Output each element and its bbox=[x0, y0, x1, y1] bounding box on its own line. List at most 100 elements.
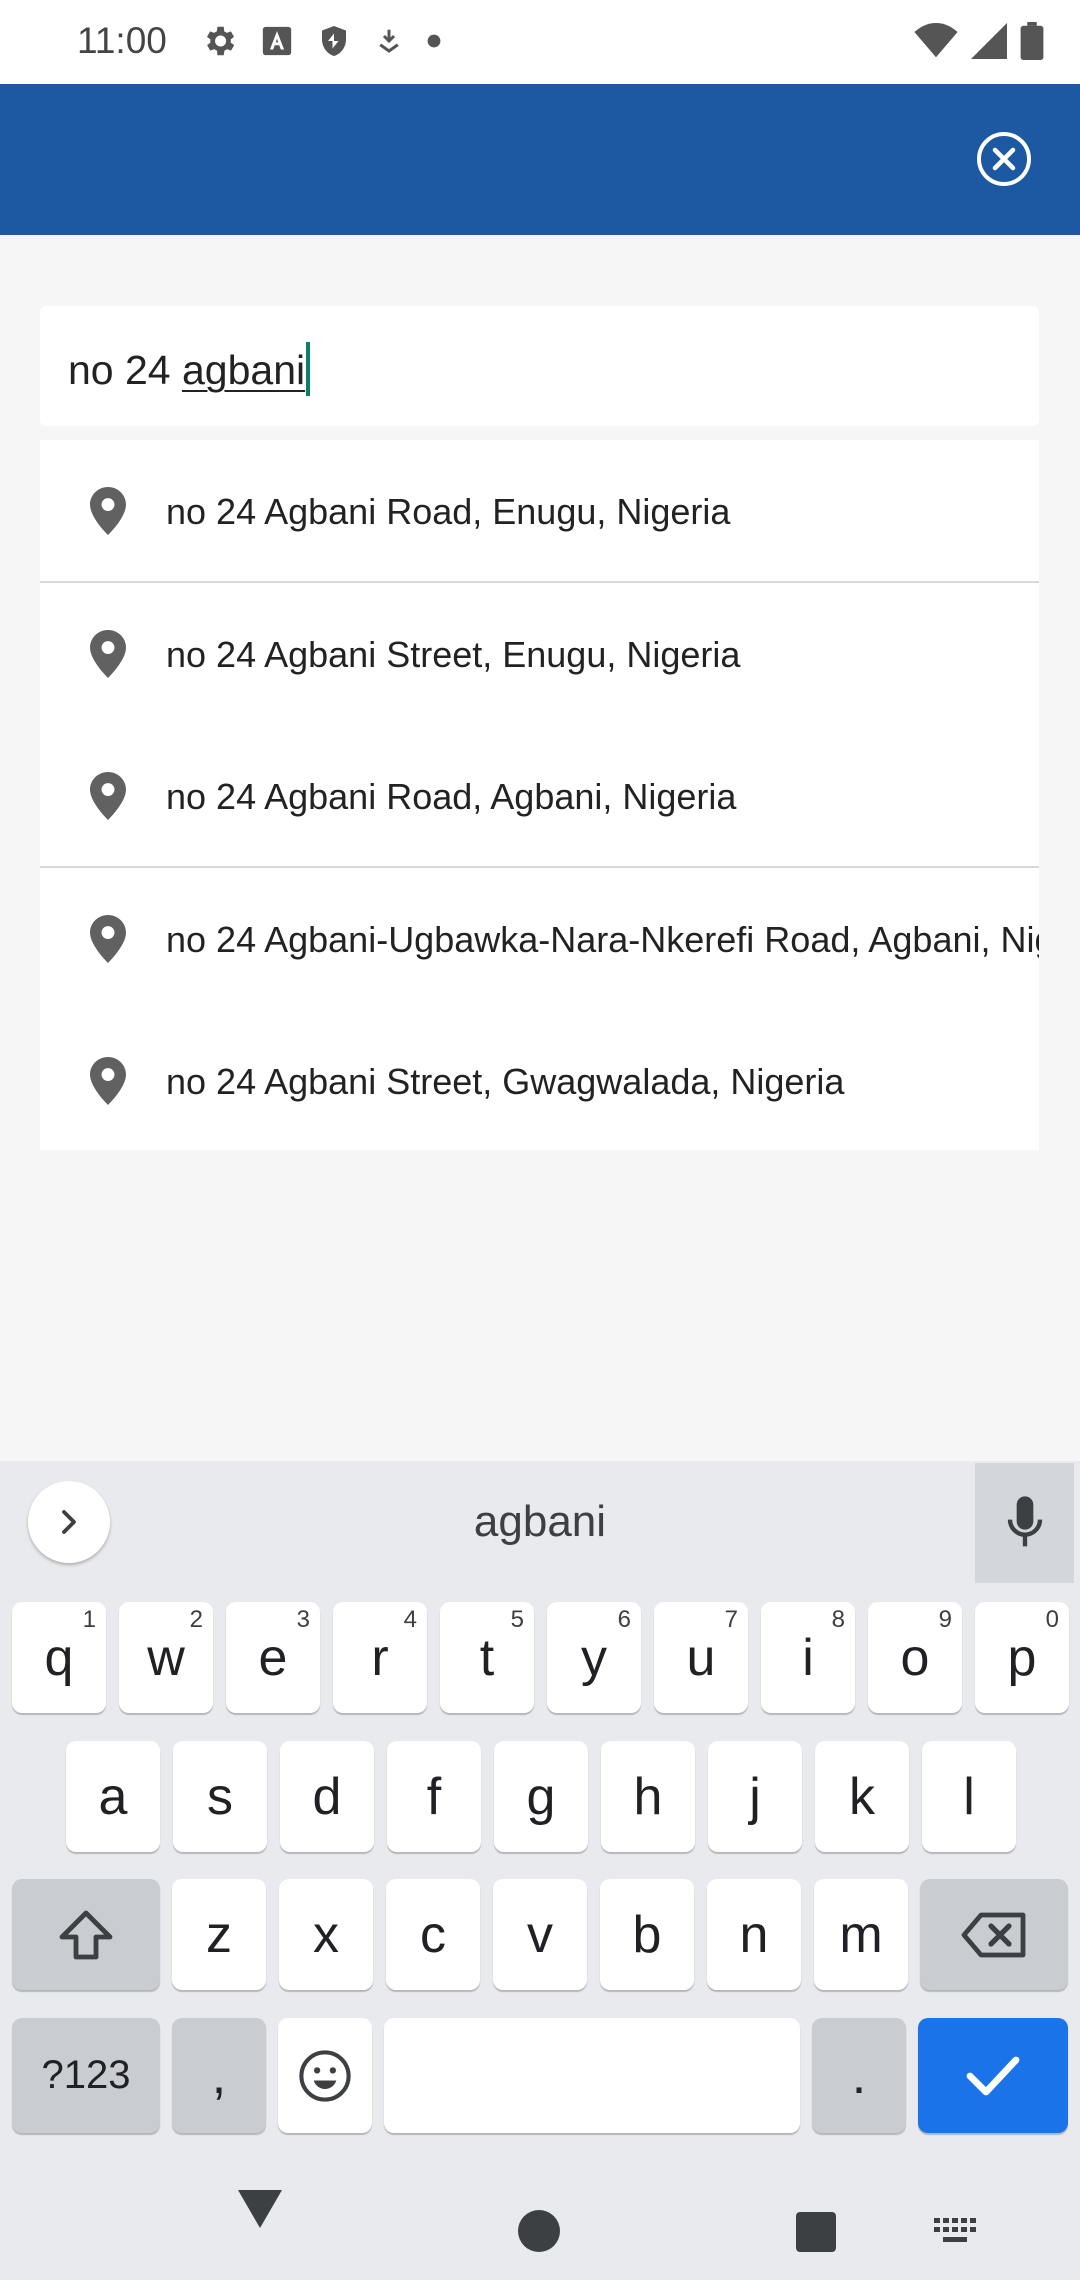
key-w[interactable]: w2 bbox=[119, 1602, 213, 1713]
space-key[interactable] bbox=[384, 2018, 800, 2133]
suggestion-item[interactable]: no 24 Agbani Street, Enugu, Nigeria bbox=[40, 583, 1039, 725]
enter-key[interactable] bbox=[918, 2018, 1068, 2133]
key-q[interactable]: q1 bbox=[12, 1602, 106, 1713]
shift-arrow-icon bbox=[59, 1910, 113, 1959]
key-j[interactable]: j bbox=[708, 1741, 802, 1852]
keyboard-switch-icon[interactable] bbox=[934, 2218, 978, 2251]
location-pin-icon bbox=[88, 915, 128, 968]
suggestion-item[interactable]: no 24 Agbani Street, Gwagwalada, Nigeria bbox=[40, 1010, 1039, 1152]
key-char: p bbox=[1007, 1628, 1037, 1687]
close-circle-icon bbox=[977, 132, 1031, 186]
period-key[interactable]: . bbox=[812, 2018, 906, 2133]
shield-icon bbox=[316, 22, 352, 60]
location-pin-icon bbox=[88, 630, 128, 683]
key-char: u bbox=[686, 1628, 716, 1687]
status-time: 11:00 bbox=[77, 20, 167, 61]
key-char: o bbox=[900, 1628, 930, 1687]
suggestion-item[interactable]: no 24 Agbani Road, Enugu, Nigeria bbox=[40, 440, 1039, 582]
suggestion-label: no 24 Agbani-Ugbawka-Nara-Nkerefi Road, … bbox=[166, 919, 1039, 960]
key-hint: 7 bbox=[724, 1606, 738, 1633]
status-bar: 11:00 bbox=[0, 0, 1080, 84]
key-f[interactable]: f bbox=[387, 1741, 481, 1852]
key-hint: 2 bbox=[189, 1606, 203, 1633]
home-icon[interactable] bbox=[518, 2210, 560, 2257]
key-hint: 4 bbox=[403, 1606, 417, 1633]
suggestion-label: no 24 Agbani Road, Agbani, Nigeria bbox=[166, 776, 737, 817]
comma-key[interactable]: , bbox=[172, 2018, 266, 2133]
microphone-icon bbox=[1007, 1496, 1042, 1547]
key-char: i bbox=[802, 1628, 814, 1687]
chevron-right-icon bbox=[62, 1510, 76, 1534]
key-char: r bbox=[371, 1628, 389, 1687]
keyboard-suggestion-word[interactable]: agbani bbox=[380, 1497, 700, 1547]
key-e[interactable]: e3 bbox=[226, 1602, 320, 1713]
key-g[interactable]: g bbox=[494, 1741, 588, 1852]
key-hint: 0 bbox=[1045, 1606, 1059, 1633]
voice-input-button[interactable] bbox=[975, 1463, 1074, 1583]
dot-icon bbox=[426, 33, 442, 49]
text-caret bbox=[306, 342, 311, 396]
key-x[interactable]: x bbox=[279, 1879, 373, 1990]
backspace-key[interactable] bbox=[920, 1879, 1068, 1990]
key-b[interactable]: b bbox=[600, 1879, 694, 1990]
backspace-icon bbox=[961, 1912, 1026, 1957]
checkmark-icon bbox=[966, 2056, 1020, 2095]
key-hint: 1 bbox=[82, 1606, 96, 1633]
signal-icon bbox=[970, 23, 1008, 64]
key-hint: 9 bbox=[938, 1606, 952, 1633]
key-hint: 6 bbox=[617, 1606, 631, 1633]
key-k[interactable]: k bbox=[815, 1741, 909, 1852]
key-o[interactable]: o9 bbox=[868, 1602, 962, 1713]
search-input[interactable]: no 24 agbani bbox=[40, 306, 1039, 426]
key-m[interactable]: m bbox=[814, 1879, 908, 1990]
search-input-text: no 24 agbani bbox=[68, 342, 311, 396]
location-pin-icon bbox=[88, 1057, 128, 1110]
key-y[interactable]: y6 bbox=[547, 1602, 641, 1713]
suggestion-label: no 24 Agbani Street, Enugu, Nigeria bbox=[166, 634, 741, 675]
wifi-icon bbox=[914, 23, 958, 64]
key-char: t bbox=[479, 1628, 495, 1687]
key-char: e bbox=[258, 1628, 288, 1687]
key-n[interactable]: n bbox=[707, 1879, 801, 1990]
suggestion-item[interactable]: no 24 Agbani-Ugbawka-Nara-Nkerefi Road, … bbox=[40, 868, 1039, 1010]
key-hint: 8 bbox=[831, 1606, 845, 1633]
location-pin-icon bbox=[88, 772, 128, 825]
recents-icon[interactable] bbox=[796, 2212, 836, 2257]
key-v[interactable]: v bbox=[493, 1879, 587, 1990]
app-bar bbox=[0, 84, 1080, 235]
key-r[interactable]: r4 bbox=[333, 1602, 427, 1713]
symbols-key[interactable]: ?123 bbox=[12, 2018, 160, 2133]
navigation-bar bbox=[0, 2150, 1080, 2280]
key-d[interactable]: d bbox=[280, 1741, 374, 1852]
location-pin-icon bbox=[88, 487, 128, 540]
key-t[interactable]: t5 bbox=[440, 1602, 534, 1713]
back-icon[interactable] bbox=[236, 2186, 284, 2235]
key-l[interactable]: l bbox=[922, 1741, 1016, 1852]
search-text-composing: agbani bbox=[182, 347, 306, 393]
emoji-icon bbox=[299, 2049, 351, 2102]
key-u[interactable]: u7 bbox=[654, 1602, 748, 1713]
shift-key[interactable] bbox=[12, 1879, 160, 1990]
key-p[interactable]: p0 bbox=[975, 1602, 1069, 1713]
keyboard-expand-button[interactable] bbox=[28, 1481, 110, 1563]
emoji-key[interactable] bbox=[278, 2018, 372, 2133]
text-a-icon bbox=[260, 24, 294, 58]
suggestion-item[interactable]: no 24 Agbani Road, Agbani, Nigeria bbox=[40, 725, 1039, 867]
key-i[interactable]: i8 bbox=[761, 1602, 855, 1713]
battery-icon bbox=[1020, 22, 1044, 65]
key-c[interactable]: c bbox=[386, 1879, 480, 1990]
key-h[interactable]: h bbox=[601, 1741, 695, 1852]
gear-icon bbox=[200, 22, 238, 60]
status-icons-right bbox=[914, 22, 1044, 65]
key-char: y bbox=[581, 1628, 607, 1687]
key-char: q bbox=[44, 1628, 74, 1687]
suggestion-label: no 24 Agbani Street, Gwagwalada, Nigeria bbox=[166, 1061, 845, 1102]
suggestion-list: no 24 Agbani Road, Enugu, Nigeria no 24 … bbox=[40, 440, 1039, 1150]
key-char: w bbox=[147, 1628, 185, 1687]
key-a[interactable]: a bbox=[66, 1741, 160, 1852]
search-text-prefix: no 24 bbox=[68, 347, 182, 393]
keyboard-suggestion-strip: agbani bbox=[0, 1461, 1080, 1583]
key-s[interactable]: s bbox=[173, 1741, 267, 1852]
key-z[interactable]: z bbox=[172, 1879, 266, 1990]
close-button[interactable] bbox=[975, 130, 1033, 188]
